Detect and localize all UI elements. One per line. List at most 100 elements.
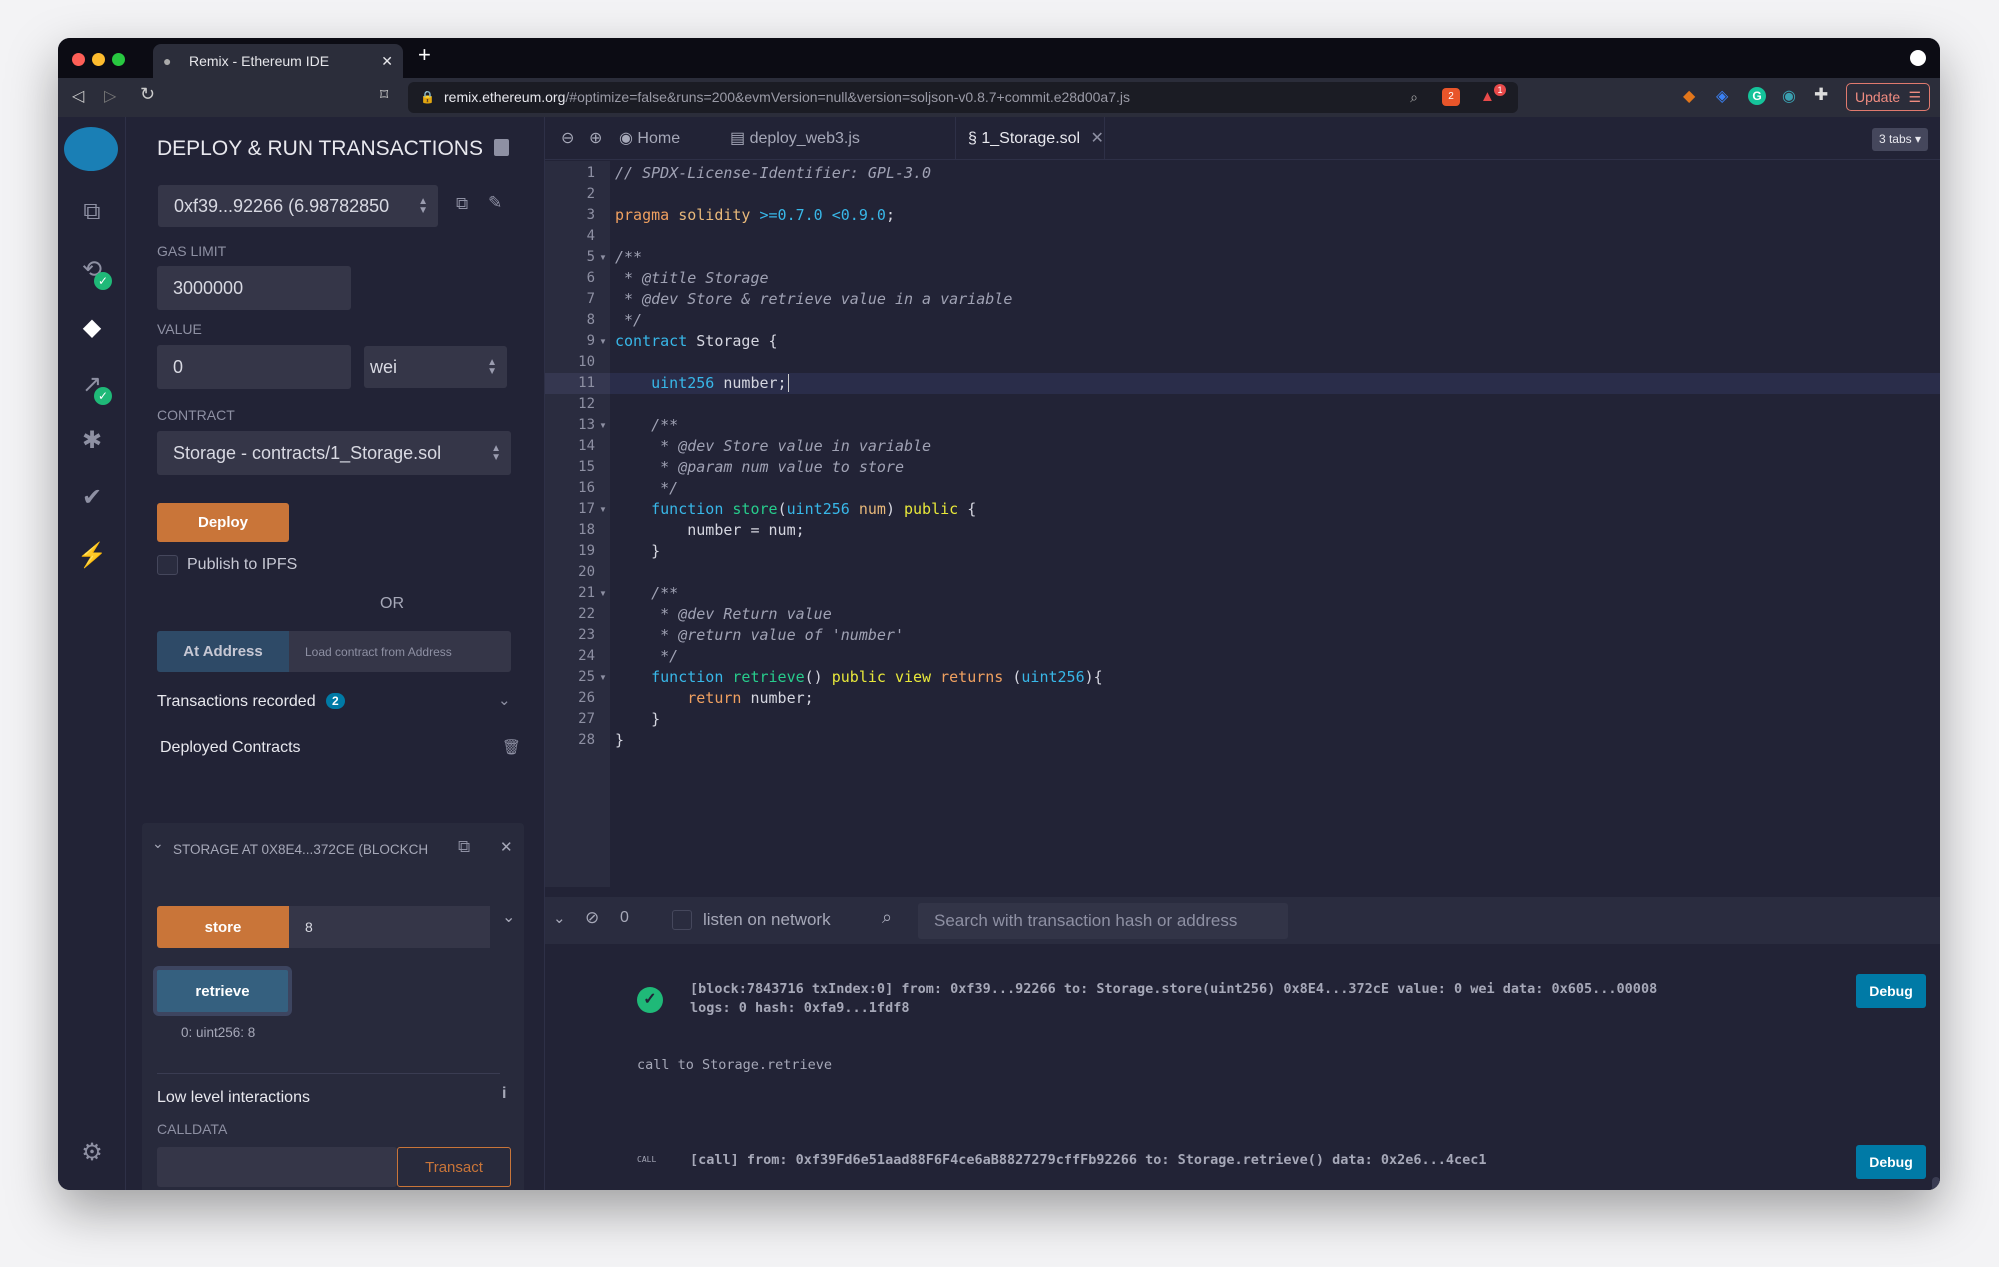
url-field[interactable]: 🔒 remix.ethereum.org/#optimize=false&run… (408, 82, 1518, 113)
close-tab-icon[interactable]: ✕ (1091, 130, 1104, 147)
value-input[interactable]: 0 (157, 345, 351, 389)
line-number: 23 (578, 627, 595, 643)
tab-label: Home (637, 130, 681, 147)
contract-select[interactable]: Storage - contracts/1_Storage.sol ▲ ▼ (157, 431, 511, 475)
retrieve-button[interactable]: retrieve (153, 966, 292, 1016)
account-select[interactable]: 0xf39...92266 (6.98782850 ▲ ▼ (158, 185, 438, 227)
calldata-input[interactable] (157, 1147, 397, 1187)
solidity-compiler-icon[interactable]: ⟲ ✓ (76, 254, 112, 290)
back-icon[interactable]: ◁ (72, 86, 84, 106)
file-explorer-icon[interactable]: ⧉ (76, 196, 108, 228)
fold-toggle-icon[interactable]: ▼ (599, 253, 607, 262)
debugger-bug-icon[interactable]: ✱ (76, 425, 108, 457)
debug-button[interactable]: Debug (1856, 1145, 1926, 1179)
browser-tab[interactable]: ● Remix - Ethereum IDE ✕ (153, 44, 403, 78)
code-line: } (615, 730, 624, 751)
expand-chevron-icon[interactable]: ⌄ (502, 907, 515, 927)
tab-search-icon[interactable] (1910, 50, 1926, 66)
bookmark-icon[interactable]: ⌑ (380, 85, 388, 105)
remove-instance-icon[interactable]: ✕ (500, 838, 513, 856)
plugin-manager-icon[interactable]: ⚡ (76, 540, 108, 572)
transactions-recorded-header[interactable]: Transactions recorded 2 (157, 693, 345, 711)
line-number: 20 (578, 564, 595, 580)
code-token: /** (615, 248, 643, 266)
store-label: store (204, 918, 242, 936)
tab-deploy-web3[interactable]: ▤ deploy_web3.js (730, 117, 860, 160)
tabs-dropdown[interactable]: 3 tabs ▾ (1872, 128, 1928, 151)
copy-address-icon[interactable]: ⧉ (456, 194, 468, 214)
line-number: 7 (586, 291, 595, 307)
publish-ipfs-checkbox[interactable] (157, 555, 178, 575)
chevron-down-icon[interactable]: ⌄ (498, 691, 511, 709)
metamask-extension-icon[interactable]: ◆ (1683, 86, 1695, 106)
extension-tag-icon[interactable]: ◈ (1716, 86, 1728, 106)
fold-toggle-icon[interactable]: ▼ (599, 505, 607, 514)
call-tag: CALL (637, 1155, 657, 1164)
unit-testing-check-icon[interactable]: ✔ (76, 482, 108, 514)
at-address-button[interactable]: At Address (157, 631, 289, 672)
brave-shields-icon[interactable]: 2 (1442, 88, 1460, 106)
debug-button[interactable]: Debug (1856, 974, 1926, 1008)
unit-select[interactable]: wei ▲ ▼ (364, 346, 507, 388)
pending-count: 0 (620, 909, 629, 926)
load-address-input[interactable]: Load contract from Address (289, 631, 511, 672)
fold-toggle-icon[interactable]: ▼ (599, 421, 607, 430)
fold-toggle-icon[interactable]: ▼ (599, 673, 607, 682)
minimize-window-button[interactable] (92, 53, 105, 66)
fold-toggle-icon[interactable]: ▼ (599, 589, 607, 598)
clear-console-icon[interactable]: ⊘ (585, 908, 599, 928)
fold-toggle-icon[interactable]: ▼ (599, 337, 607, 346)
trash-icon[interactable]: 🗑 (502, 738, 521, 756)
zoom-out-icon[interactable]: ⊖ (561, 117, 574, 160)
code-token: } (615, 731, 625, 749)
settings-gear-icon[interactable]: ⚙ (76, 1137, 108, 1169)
line-gutter: 1 2 3 4 5 ▼ 6 7 8 9 ▼ 10 11 12 13 ▼ 14 15 16 17 ▼ 18 19 20 21 ▼ 22… (545, 161, 610, 887)
code-token: ( (777, 500, 787, 518)
tab-1-storage-sol[interactable]: § 1_Storage.sol ✕ (955, 117, 1105, 160)
copy-instance-address-icon[interactable]: ⧉ (458, 837, 470, 857)
new-tab-button[interactable]: + (418, 42, 431, 68)
brave-rewards-icon[interactable]: ▲ 1 (1480, 84, 1506, 106)
call-log-line[interactable]: [call] from: 0xf39Fd6e51aad88F6F4ce6aB88… (690, 1152, 1487, 1168)
tx-log-line[interactable]: [block:7843716 txIndex:0] from: 0xf39...… (690, 981, 1657, 997)
extension-circle-icon[interactable]: ◉ (1782, 86, 1796, 106)
close-tab-icon[interactable]: ✕ (381, 44, 393, 78)
extensions-puzzle-icon[interactable]: ✚ (1814, 85, 1828, 105)
line-number: 18 (578, 522, 595, 538)
line-number: 8 (586, 312, 595, 328)
listen-network-checkbox[interactable] (672, 910, 692, 930)
tx-log-line[interactable]: logs: 0 hash: 0xfa9...1fdf8 (690, 1000, 909, 1016)
code-token: uint256 (651, 374, 715, 392)
documentation-book-icon[interactable] (494, 139, 509, 156)
zoom-icon[interactable]: ⌕ (1410, 82, 1418, 113)
forward-icon[interactable]: ▷ (104, 86, 116, 106)
close-window-button[interactable] (72, 53, 85, 66)
deploy-button[interactable]: Deploy (157, 503, 289, 542)
select-arrows-icon: ▲ ▼ (418, 196, 428, 216)
terminal: ⌄ ⊘ 0 listen on network ⌕ Search with tr… (545, 887, 1940, 1190)
terminal-search-input[interactable]: Search with transaction hash or address (918, 903, 1288, 939)
transact-button[interactable]: Transact (397, 1147, 511, 1187)
collapse-chevron-icon[interactable]: ⌄ (152, 835, 164, 852)
store-button[interactable]: store (157, 906, 289, 948)
info-icon[interactable]: i (502, 1085, 506, 1103)
gas-limit-input[interactable]: 3000000 (157, 266, 351, 310)
tab-home[interactable]: ◉ Home (619, 117, 680, 160)
analysis-icon[interactable]: ↗ ✓ (76, 369, 112, 405)
reload-icon[interactable]: ↻ (140, 84, 155, 105)
code-line: number = num; (615, 520, 804, 541)
contract-instance: ⌄ STORAGE AT 0X8E4...372CE (BLOCKCH ⧉ ✕ … (142, 823, 524, 1190)
maximize-window-button[interactable] (112, 53, 125, 66)
grammarly-extension-icon[interactable]: G (1748, 87, 1766, 105)
store-input[interactable]: 8 (289, 906, 490, 948)
code-token: pragma (615, 206, 670, 224)
collapse-terminal-icon[interactable]: ⌄ (553, 909, 566, 927)
code-editor[interactable]: // SPDX-License-Identifier: GPL-3.0 pragm… (610, 161, 1940, 887)
code-line: */ (615, 646, 678, 667)
terminal-scrollbar[interactable] (1932, 1177, 1940, 1190)
deploy-run-icon[interactable]: ◆ (76, 312, 108, 344)
edit-icon[interactable]: ✎ (488, 193, 502, 213)
remix-logo-icon[interactable] (64, 127, 118, 171)
zoom-in-icon[interactable]: ⊕ (589, 117, 602, 160)
update-button[interactable]: Update ☰ (1846, 83, 1930, 111)
